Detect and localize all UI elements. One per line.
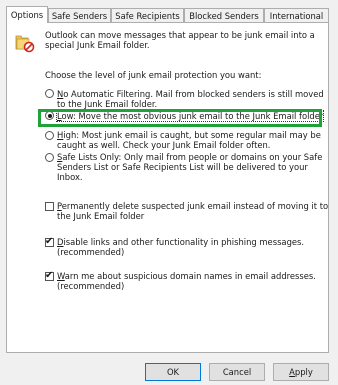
ok-button[interactable]: OK xyxy=(145,363,201,381)
warn-label[interactable]: Warn me about suspicious domain names in… xyxy=(57,271,316,281)
warn-label-line2: (recommended) xyxy=(57,281,125,291)
high-label-line2: caught as well. Check your Junk Email fo… xyxy=(57,140,271,150)
junk-folder-icon xyxy=(15,35,35,53)
intro-line2: special Junk Email folder. xyxy=(45,40,150,50)
checkbox-permanently-delete[interactable] xyxy=(45,202,54,211)
permanent-label-line2: the Junk Email folder xyxy=(57,211,145,221)
cancel-button[interactable]: Cancel xyxy=(209,363,265,381)
radio-no-automatic-filtering[interactable] xyxy=(45,89,54,98)
apply-button[interactable]: Apply xyxy=(273,363,329,381)
checkbox-warn-suspicious-domains[interactable]: ✔ xyxy=(45,270,54,281)
tab-safe-recipients[interactable]: Safe Recipients xyxy=(111,8,184,22)
tab-options[interactable]: Options xyxy=(6,6,48,23)
disable-links-label-line2: (recommended) xyxy=(57,247,125,257)
permanent-label[interactable]: Permanently delete suspected junk email … xyxy=(57,201,328,211)
options-panel: Outlook can move messages that appear to… xyxy=(6,22,329,353)
safe-label[interactable]: Safe Lists Only: Only mail from people o… xyxy=(57,152,322,162)
checkbox-disable-links[interactable]: ✔ xyxy=(45,236,54,247)
no-auto-label-line2: to the Junk Email folder. xyxy=(57,99,158,109)
high-label[interactable]: High: Most junk email is caught, but som… xyxy=(57,130,321,140)
tab-international[interactable]: International xyxy=(264,8,329,22)
radio-high[interactable] xyxy=(45,131,54,140)
checkmark-icon: ✔ xyxy=(45,236,54,247)
intro-line1: Outlook can move messages that appear to… xyxy=(45,30,315,40)
no-auto-label[interactable]: No Automatic Filtering. Mail from blocke… xyxy=(57,89,324,99)
tab-blocked-senders[interactable]: Blocked Senders xyxy=(184,8,264,22)
checkmark-icon: ✔ xyxy=(45,270,54,281)
level-prompt: Choose the level of junk email protectio… xyxy=(45,70,262,80)
safe-label-line2: Senders List or Safe Recipients List wil… xyxy=(57,162,308,172)
safe-label-line3: Inbox. xyxy=(57,172,83,182)
highlight-box xyxy=(38,109,322,127)
radio-safe-lists-only[interactable] xyxy=(45,153,54,162)
tab-safe-senders[interactable]: Safe Senders xyxy=(48,8,111,22)
disable-links-label[interactable]: Disable links and other functionality in… xyxy=(57,237,304,247)
tab-strip: Options Safe Senders Safe Recipients Blo… xyxy=(6,6,332,23)
